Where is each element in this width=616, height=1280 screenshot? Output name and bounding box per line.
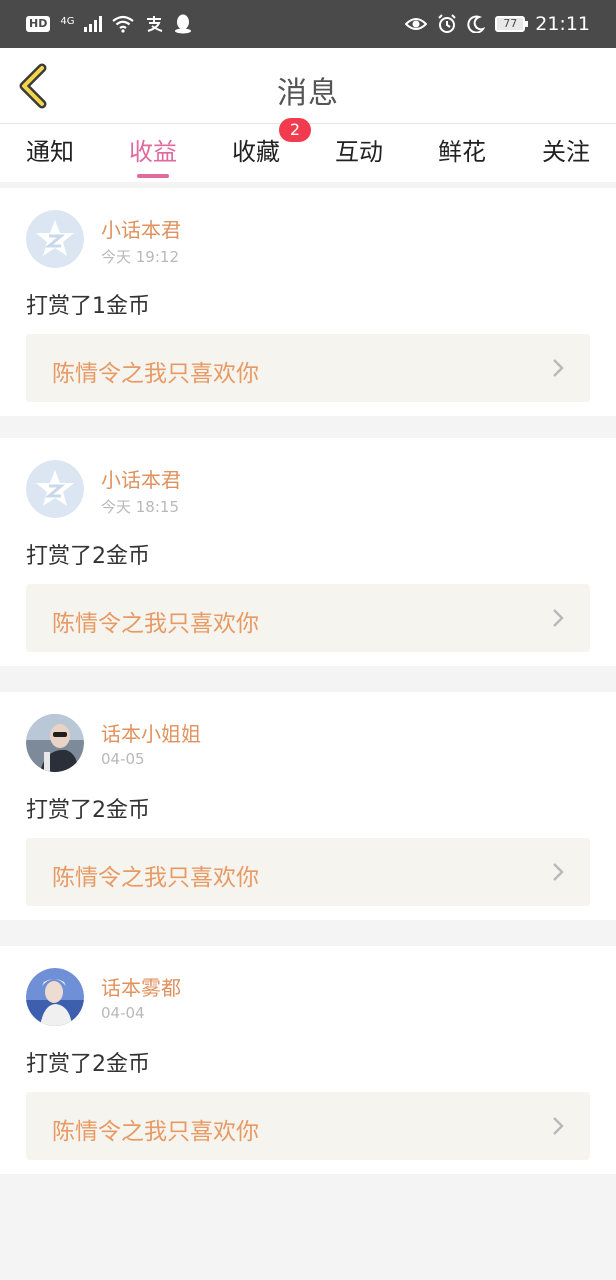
message-time: 今天 19:12 xyxy=(101,248,179,266)
moon-icon xyxy=(467,15,486,33)
alipay-icon xyxy=(147,16,163,32)
network-type: 4G xyxy=(60,16,75,27)
message-time: 04-04 xyxy=(101,1004,145,1022)
message-card: 话本小姐姐 04-05 打赏了2金币 陈情令之我只喜欢你 xyxy=(0,692,616,920)
message-text: 打赏了2金币 xyxy=(26,1052,150,1077)
message-text: 打赏了2金币 xyxy=(26,544,150,569)
header-bar: 消息 xyxy=(0,48,616,124)
status-bar-left: HD 4G xyxy=(26,14,192,34)
avatar[interactable] xyxy=(26,968,84,1026)
tab-label: 收藏 xyxy=(232,138,280,166)
photo-avatar-icon xyxy=(26,714,84,772)
tab-label: 鲜花 xyxy=(438,138,486,166)
signal-icon xyxy=(84,16,103,32)
avatar[interactable] xyxy=(26,714,84,772)
default-star-avatar-icon xyxy=(26,460,84,518)
tab-notifications[interactable]: 通知 xyxy=(10,132,90,180)
book-link[interactable]: 陈情令之我只喜欢你 xyxy=(26,1092,590,1160)
username[interactable]: 话本小姐姐 xyxy=(101,718,201,747)
tab-label: 收益 xyxy=(129,138,177,166)
chevron-right-icon xyxy=(553,609,564,627)
book-title: 陈情令之我只喜欢你 xyxy=(52,611,259,637)
chevron-right-icon xyxy=(553,359,564,377)
wifi-icon xyxy=(112,15,135,33)
message-time: 04-05 xyxy=(101,750,145,768)
message-card: 小话本君 今天 18:15 打赏了2金币 陈情令之我只喜欢你 xyxy=(0,438,616,666)
status-bar-right: 77 21:11 xyxy=(405,13,590,35)
message-time: 今天 18:15 xyxy=(101,498,179,516)
active-tab-indicator xyxy=(137,174,169,178)
message-card: 话本雾都 04-04 打赏了2金币 陈情令之我只喜欢你 xyxy=(0,946,616,1174)
book-link[interactable]: 陈情令之我只喜欢你 xyxy=(26,334,590,402)
avatar[interactable] xyxy=(26,210,84,268)
photo-avatar-icon xyxy=(26,968,84,1026)
book-title: 陈情令之我只喜欢你 xyxy=(52,865,259,891)
book-title: 陈情令之我只喜欢你 xyxy=(52,1119,259,1145)
tab-label: 通知 xyxy=(26,138,74,166)
unread-badge: 2 xyxy=(279,118,311,142)
tab-flowers[interactable]: 鲜花 xyxy=(422,132,502,180)
status-time: 21:11 xyxy=(535,13,590,35)
alarm-icon xyxy=(438,14,456,33)
chevron-right-icon xyxy=(553,1117,564,1135)
battery-icon: 77 xyxy=(495,16,529,32)
tab-following[interactable]: 关注 xyxy=(526,132,606,180)
tab-label: 关注 xyxy=(542,138,590,166)
qq-icon xyxy=(175,14,192,34)
hd-badge: HD xyxy=(26,16,51,32)
message-text: 打赏了2金币 xyxy=(26,798,150,823)
page-title: 消息 xyxy=(277,76,339,111)
message-text: 打赏了1金币 xyxy=(26,294,150,319)
book-link[interactable]: 陈情令之我只喜欢你 xyxy=(26,838,590,906)
username[interactable]: 小话本君 xyxy=(101,464,181,493)
tab-favorites[interactable]: 收藏 2 xyxy=(216,118,311,180)
username[interactable]: 小话本君 xyxy=(101,214,181,243)
eye-icon xyxy=(405,18,428,30)
message-card: 小话本君 今天 19:12 打赏了1金币 陈情令之我只喜欢你 xyxy=(0,188,616,416)
default-star-avatar-icon xyxy=(26,210,84,268)
avatar[interactable] xyxy=(26,460,84,518)
book-title: 陈情令之我只喜欢你 xyxy=(52,361,259,387)
username[interactable]: 话本雾都 xyxy=(101,972,181,1001)
tab-earnings[interactable]: 收益 xyxy=(113,132,193,180)
tab-label: 互动 xyxy=(335,138,383,166)
status-bar: HD 4G 77 21:11 xyxy=(0,0,616,48)
tab-interactions[interactable]: 互动 xyxy=(319,132,399,180)
book-link[interactable]: 陈情令之我只喜欢你 xyxy=(26,584,590,652)
chevron-right-icon xyxy=(553,863,564,881)
tab-bar: 通知 收益 收藏 2 互动 鲜花 关注 xyxy=(0,118,616,182)
